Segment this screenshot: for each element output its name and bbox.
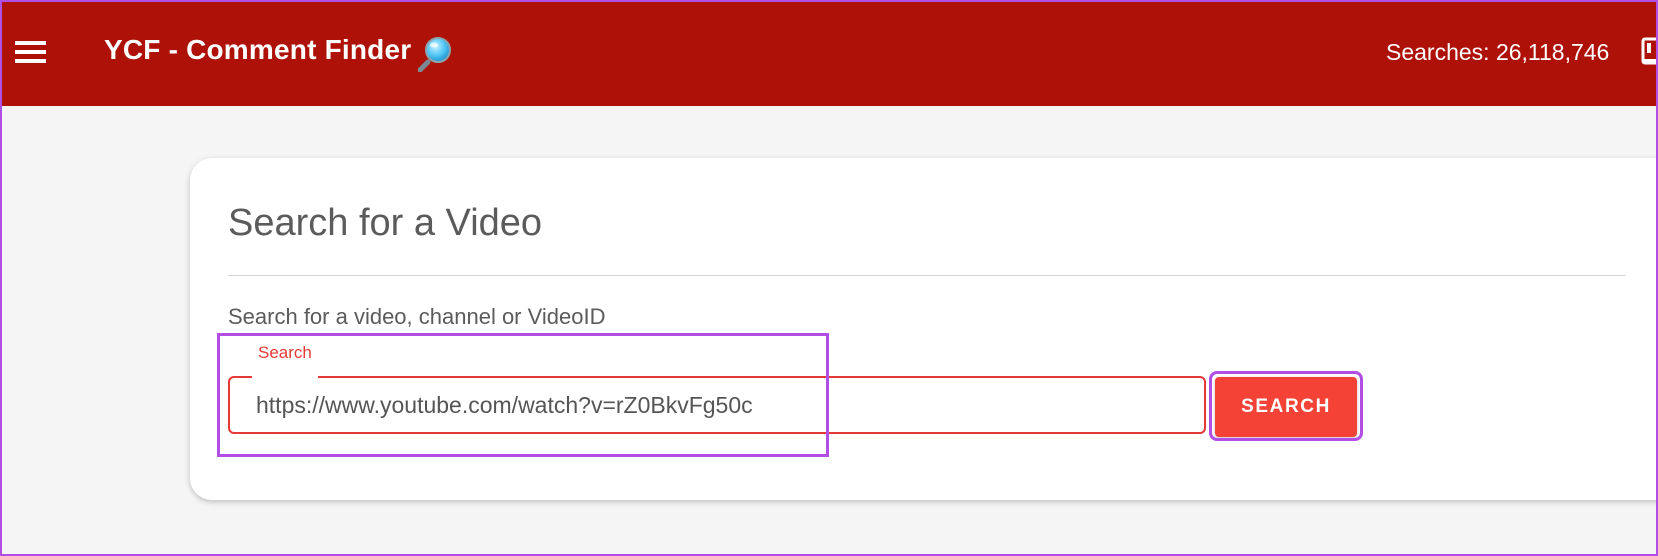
app-bar: YCF - Comment Finder Searches: 26,118,74… [0,0,1658,106]
divider [228,275,1626,276]
card-title: Search for a Video [228,202,543,244]
search-count: Searches: 26,118,746 [1386,39,1610,65]
account-icon[interactable] [1641,37,1658,69]
magnifier-icon [418,37,451,72]
search-input-label: Search [252,343,318,389]
helper-text: Search for a video, channel or VideoID [228,304,606,329]
search-input[interactable] [230,378,1204,432]
search-input-field: Search [228,343,1206,434]
hamburger-menu-icon[interactable] [12,36,48,68]
search-card: Search for a Video Search for a video, c… [190,158,1658,500]
app-title: YCF - Comment Finder [104,34,412,65]
search-button[interactable]: SEARCH [1215,377,1357,437]
